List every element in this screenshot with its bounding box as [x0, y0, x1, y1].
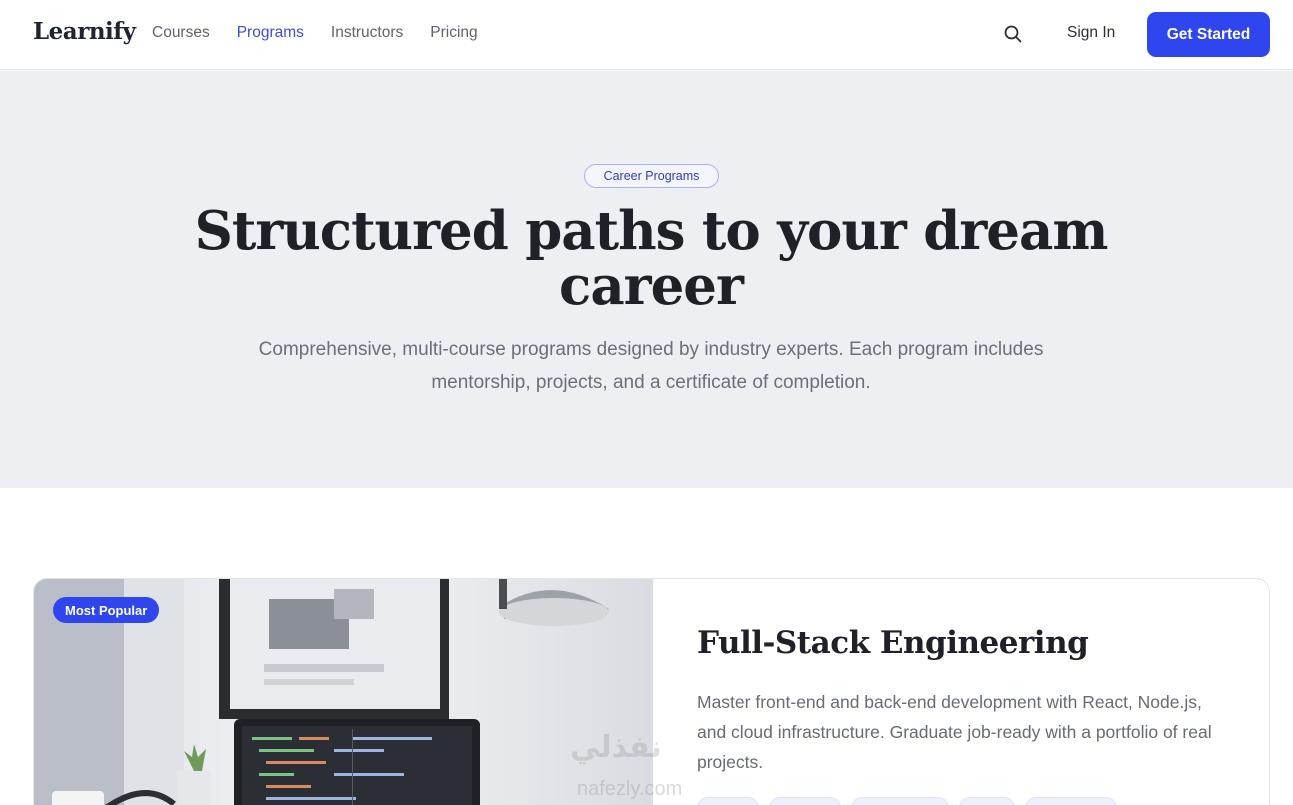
sign-in-link[interactable]: Sign In — [1067, 24, 1115, 42]
program-image: Most Popular — [34, 579, 653, 805]
watermark-arabic: نفذلي — [570, 731, 662, 764]
program-tag — [959, 797, 1015, 805]
search-icon — [1004, 25, 1022, 43]
program-card-body: Full-Stack Engineering Master front-end … — [653, 579, 1269, 805]
program-tag — [697, 797, 759, 805]
hero-section: Career Programs Structured paths to your… — [0, 71, 1293, 488]
search-button[interactable] — [1000, 21, 1026, 47]
program-tags — [697, 797, 1117, 805]
program-title[interactable]: Full-Stack Engineering — [697, 625, 1089, 661]
nav-pricing[interactable]: Pricing — [430, 24, 477, 42]
watermark-latin: nafezly.com — [577, 778, 683, 800]
hero-title: Structured paths to your dream career — [194, 200, 1109, 317]
get-started-button[interactable]: Get Started — [1147, 12, 1270, 57]
nav-courses[interactable]: Courses — [152, 24, 210, 42]
nav-instructors[interactable]: Instructors — [331, 24, 403, 42]
nav-programs[interactable]: Programs — [237, 24, 304, 42]
program-tag — [769, 797, 841, 805]
hero-subtitle: Comprehensive, multi-course programs des… — [258, 339, 1044, 393]
main-nav: Courses Programs Instructors Pricing — [152, 24, 478, 42]
logo[interactable]: Learnify — [33, 18, 136, 45]
program-description: Master front-end and back-end developmen… — [697, 692, 1212, 772]
program-card[interactable]: Most Popular Full-Stack Engineering Mast… — [33, 578, 1270, 805]
program-tag — [851, 797, 949, 805]
top-nav-bar: Learnify Courses Programs Instructors Pr… — [0, 0, 1293, 70]
most-popular-badge: Most Popular — [53, 597, 160, 623]
section-pill: Career Programs — [584, 164, 719, 188]
program-tag — [1025, 797, 1117, 805]
